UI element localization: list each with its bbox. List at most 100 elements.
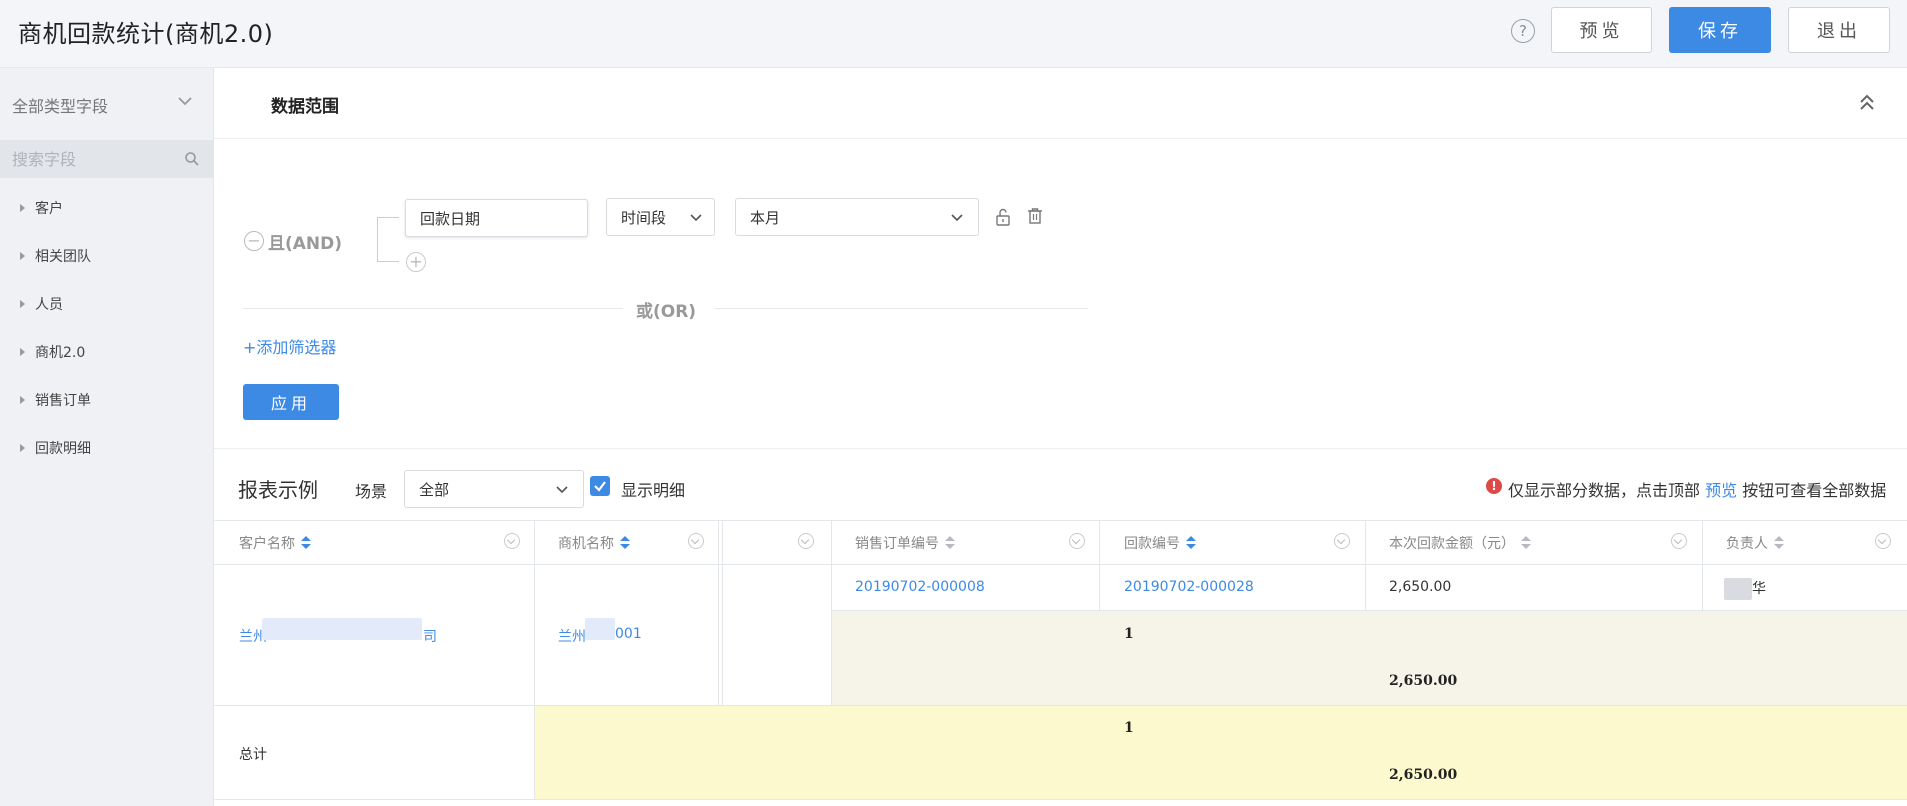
scene-label: 场景	[355, 482, 388, 501]
amount-cell: 2,650.00	[1389, 579, 1452, 595]
sidebar-item-label: 人员	[35, 297, 63, 313]
customer-name-tail[interactable]: 司	[423, 626, 437, 646]
filter-field-select[interactable]: 回款日期	[405, 199, 588, 237]
sidebar-item-customer[interactable]: 客户	[20, 198, 63, 218]
sidebar-item-team[interactable]: 相关团队	[20, 246, 91, 266]
search-input[interactable]	[0, 140, 180, 178]
check-icon	[594, 481, 606, 492]
total-count: 1	[1124, 720, 1134, 736]
column-header-owner[interactable]: 负责人	[1726, 533, 1784, 553]
owner-name: 华	[1752, 581, 1766, 597]
column-header-order-no[interactable]: 销售订单编号	[855, 533, 955, 553]
column-header-customer[interactable]: 客户名称	[239, 533, 311, 553]
chevron-down-icon	[556, 486, 568, 494]
subtotal-amount: 2,650.00	[1389, 673, 1458, 689]
exit-button[interactable]: 退出	[1788, 7, 1890, 53]
sidebar-item-person[interactable]: 人员	[20, 294, 63, 314]
redacted-block	[585, 618, 615, 640]
preview-button[interactable]: 预览	[1551, 7, 1652, 53]
page-title: 商机回款统计(商机2.0)	[18, 20, 274, 48]
redacted-block	[262, 618, 422, 640]
column-menu-icon[interactable]	[1875, 533, 1891, 549]
save-button[interactable]: 保存	[1669, 7, 1771, 53]
delete-icon[interactable]	[1026, 206, 1044, 226]
column-header-label: 负责人	[1726, 536, 1768, 552]
field-type-select-label[interactable]: 全部类型字段	[12, 93, 108, 117]
total-amount: 2,650.00	[1389, 767, 1458, 783]
column-header-label: 本次回款金额（元）	[1389, 536, 1515, 552]
caret-right-icon	[20, 252, 25, 260]
caret-right-icon	[20, 444, 25, 452]
scene-select[interactable]: 全部	[404, 470, 584, 508]
show-detail-checkbox[interactable]	[590, 476, 610, 496]
column-header-opportunity[interactable]: 商机名称	[558, 533, 630, 553]
report-title: 报表示例	[238, 478, 318, 502]
column-header-label: 商机名称	[558, 536, 614, 552]
collapse-up-icon[interactable]	[1857, 92, 1877, 114]
caret-right-icon	[20, 204, 25, 212]
chevron-down-icon	[690, 214, 702, 222]
column-header-label: 客户名称	[239, 536, 295, 552]
subtotal-count: 1	[1124, 626, 1134, 642]
payment-no-link[interactable]: 20190702-000028	[1124, 579, 1254, 595]
sort-icon[interactable]	[620, 536, 630, 550]
sidebar-item-opportunity[interactable]: 商机2.0	[20, 342, 85, 362]
column-menu-icon[interactable]	[504, 533, 520, 549]
notice-text-prefix: 仅显示部分数据，点击顶部	[1508, 481, 1701, 500]
section-divider	[214, 448, 1907, 449]
or-divider-right	[714, 308, 1088, 309]
sidebar-item-sales-order[interactable]: 销售订单	[20, 390, 91, 410]
column-header-label: 销售订单编号	[855, 536, 939, 552]
search-icon[interactable]	[184, 151, 200, 167]
add-filter-link[interactable]: +添加筛选器	[243, 334, 336, 358]
sidebar-item-label: 销售订单	[35, 393, 91, 409]
notice-text-suffix: 按钮可查看全部数据	[1742, 481, 1887, 500]
column-menu-icon[interactable]	[1334, 533, 1350, 549]
sidebar-item-label: 客户	[35, 201, 63, 217]
sort-icon[interactable]	[1774, 536, 1784, 550]
column-header-amount[interactable]: 本次回款金额（元）	[1389, 533, 1531, 553]
sidebar-item-label: 回款明细	[35, 441, 91, 457]
and-bracket	[377, 217, 399, 262]
order-no-link[interactable]: 20190702-000008	[855, 579, 985, 595]
sort-icon[interactable]	[301, 536, 311, 550]
warning-icon: !	[1486, 478, 1502, 494]
field-sidebar	[0, 68, 214, 806]
chevron-down-icon	[951, 214, 963, 222]
data-range-header	[214, 68, 1907, 139]
unlock-icon[interactable]	[994, 207, 1012, 227]
opportunity-name-tail[interactable]: 001	[615, 626, 642, 642]
chevron-down-icon[interactable]	[176, 92, 194, 110]
avatar	[1724, 578, 1752, 600]
caret-right-icon	[20, 348, 25, 356]
partial-data-notice: 仅显示部分数据，点击顶部 预览 按钮可查看全部数据	[1508, 477, 1886, 501]
add-condition-icon[interactable]: +	[406, 252, 426, 272]
sidebar-item-payment-detail[interactable]: 回款明细	[20, 438, 91, 458]
help-icon[interactable]: ?	[1511, 19, 1535, 43]
column-menu-icon[interactable]	[1069, 533, 1085, 549]
notice-preview-link[interactable]: 预览	[1705, 481, 1737, 500]
header-bottom-line	[214, 564, 1907, 565]
apply-button[interactable]: 应用	[243, 384, 339, 420]
filter-value-select[interactable]: 本月	[735, 198, 979, 236]
and-label: 且(AND)	[268, 234, 343, 254]
opportunity-name-link[interactable]: 兰州	[558, 626, 586, 646]
filter-operator-value: 时间段	[621, 208, 667, 227]
filter-operator-select[interactable]: 时间段	[606, 198, 715, 236]
remove-group-icon[interactable]: −	[244, 231, 264, 251]
caret-right-icon	[20, 396, 25, 404]
column-menu-icon[interactable]	[798, 533, 814, 549]
sidebar-item-label: 商机2.0	[35, 345, 86, 361]
column-menu-icon[interactable]	[1671, 533, 1687, 549]
total-label: 总计	[239, 747, 267, 763]
sidebar-item-label: 相关团队	[35, 249, 91, 265]
column-menu-icon[interactable]	[688, 533, 704, 549]
sort-icon[interactable]	[1521, 536, 1531, 550]
filter-value-text: 本月	[750, 208, 781, 227]
sort-icon[interactable]	[1186, 536, 1196, 550]
column-header-payment-no[interactable]: 回款编号	[1124, 533, 1196, 553]
sort-icon[interactable]	[945, 536, 955, 550]
data-range-title: 数据范围	[271, 97, 339, 117]
or-divider-left	[243, 308, 623, 309]
show-detail-label: 显示明细	[621, 481, 686, 500]
